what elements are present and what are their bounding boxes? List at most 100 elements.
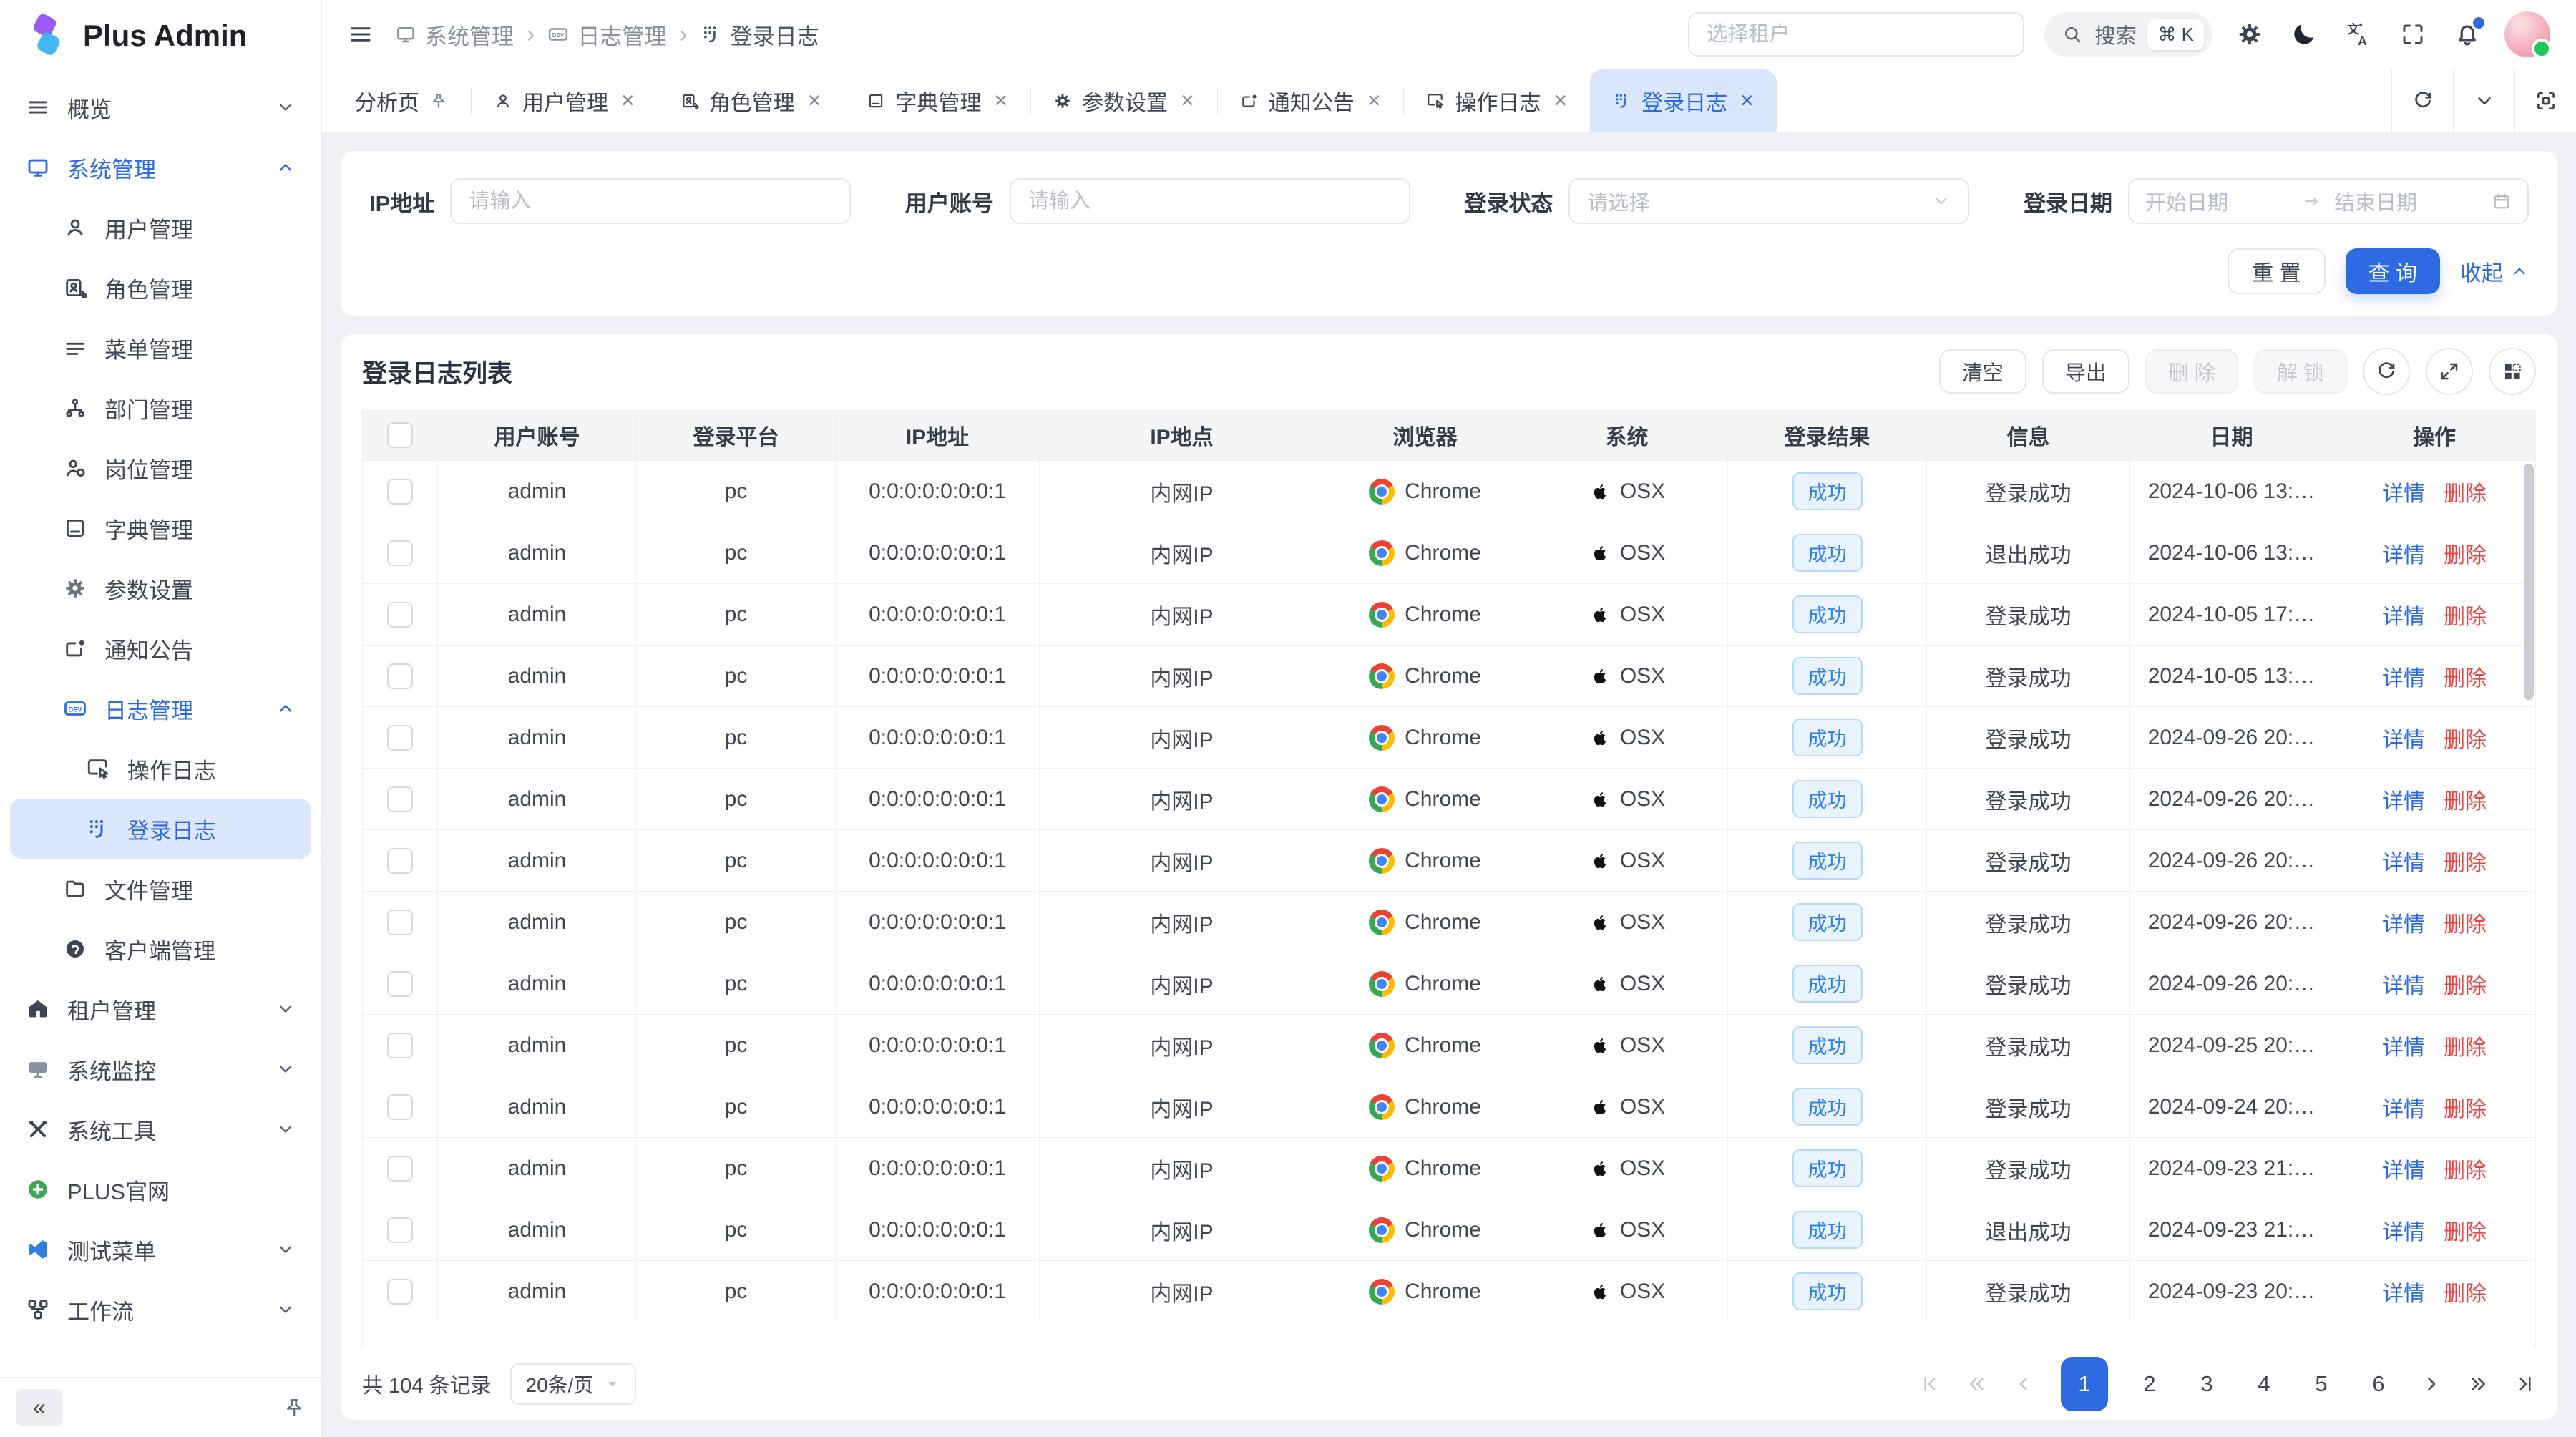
- next-page-button[interactable]: [2420, 1373, 2441, 1395]
- delete-link[interactable]: 删除: [2444, 476, 2487, 507]
- delete-link[interactable]: 删除: [2444, 845, 2487, 877]
- row-checkbox[interactable]: [387, 602, 413, 628]
- tab-notice[interactable]: 通知公告 ×: [1217, 69, 1404, 132]
- unlock-button[interactable]: 解 锁: [2254, 349, 2347, 394]
- page-6[interactable]: 6: [2363, 1371, 2394, 1397]
- delete-link[interactable]: 删除: [2444, 599, 2487, 630]
- page-size-select[interactable]: 20条/页: [510, 1363, 637, 1405]
- select-all-checkbox[interactable]: [387, 422, 413, 448]
- delete-button[interactable]: 删 除: [2145, 349, 2238, 394]
- sidebar-item-plus-site[interactable]: PLUS官网: [10, 1159, 311, 1219]
- query-button[interactable]: 查 询: [2346, 248, 2440, 294]
- delete-link[interactable]: 删除: [2444, 1030, 2487, 1061]
- maximize-content-button[interactable]: [2514, 69, 2576, 132]
- delete-link[interactable]: 删除: [2444, 784, 2487, 815]
- sidebar-item-role-mgmt[interactable]: 角色管理: [10, 258, 311, 318]
- sidebar-item-system-monitor[interactable]: 系统监控: [10, 1039, 311, 1099]
- close-icon[interactable]: ×: [621, 87, 635, 114]
- sidebar-item-dept-mgmt[interactable]: 部门管理: [10, 378, 311, 438]
- tab-role-mgmt[interactable]: 角色管理 ×: [658, 69, 844, 132]
- hamburger-icon[interactable]: [348, 21, 374, 47]
- tenant-select-input[interactable]: [1688, 12, 2024, 57]
- fullscreen-button[interactable]: [2396, 17, 2430, 52]
- breadcrumb-item-login-log[interactable]: 登录日志: [701, 19, 819, 51]
- reset-button[interactable]: 重 置: [2228, 248, 2325, 294]
- detail-link[interactable]: 详情: [2382, 476, 2425, 507]
- row-checkbox[interactable]: [387, 910, 413, 935]
- row-checkbox[interactable]: [387, 971, 413, 997]
- detail-link[interactable]: 详情: [2382, 1276, 2425, 1307]
- detail-link[interactable]: 详情: [2382, 599, 2425, 630]
- first-page-button[interactable]: [1919, 1373, 1941, 1395]
- sidebar-item-op-log[interactable]: 操作日志: [10, 739, 311, 799]
- page-4[interactable]: 4: [2248, 1371, 2280, 1397]
- collapse-filter-link[interactable]: 收起: [2460, 255, 2529, 287]
- tab-dict-mgmt[interactable]: 字典管理 ×: [844, 69, 1030, 132]
- dark-mode-button[interactable]: [2287, 17, 2321, 52]
- row-checkbox[interactable]: [387, 725, 413, 751]
- table-scrollbar[interactable]: [2524, 464, 2534, 700]
- row-checkbox[interactable]: [387, 1156, 413, 1182]
- breadcrumb-item-system[interactable]: 系统管理: [395, 19, 514, 51]
- clear-button[interactable]: 清空: [1939, 349, 2026, 394]
- delete-link[interactable]: 删除: [2444, 1214, 2487, 1246]
- language-button[interactable]: 文A: [2341, 17, 2376, 52]
- sidebar-item-menu-mgmt[interactable]: 菜单管理: [10, 318, 311, 378]
- tab-menu-button[interactable]: [2453, 69, 2514, 132]
- detail-link[interactable]: 详情: [2382, 537, 2425, 569]
- detail-link[interactable]: 详情: [2382, 1091, 2425, 1123]
- refresh-table-button[interactable]: [2363, 348, 2410, 395]
- delete-link[interactable]: 删除: [2444, 1276, 2487, 1307]
- sidebar-item-system-mgmt[interactable]: 系统管理: [10, 137, 311, 198]
- tab-op-log[interactable]: 操作日志 ×: [1403, 69, 1590, 132]
- detail-link[interactable]: 详情: [2382, 722, 2425, 754]
- sidebar-item-test-menu[interactable]: 测试菜单: [10, 1219, 311, 1280]
- row-checkbox[interactable]: [387, 540, 413, 566]
- delete-link[interactable]: 删除: [2444, 537, 2487, 569]
- breadcrumb-item-log[interactable]: DEV 日志管理: [547, 19, 666, 51]
- export-button[interactable]: 导出: [2042, 349, 2129, 394]
- date-range-picker[interactable]: 开始日期 结束日期: [2128, 178, 2529, 224]
- global-search[interactable]: 搜索 ⌘ K: [2044, 12, 2212, 57]
- detail-link[interactable]: 详情: [2382, 907, 2425, 938]
- delete-link[interactable]: 删除: [2444, 1091, 2487, 1123]
- sidebar-item-param-settings[interactable]: 参数设置: [10, 558, 311, 618]
- delete-link[interactable]: 删除: [2444, 661, 2487, 692]
- prev-5-pages-button[interactable]: [1966, 1373, 1988, 1395]
- tab-login-log[interactable]: 登录日志 ×: [1590, 69, 1777, 132]
- sidebar-item-dict-mgmt[interactable]: 字典管理: [10, 498, 311, 558]
- sidebar-item-user-mgmt[interactable]: 用户管理: [10, 198, 311, 258]
- detail-link[interactable]: 详情: [2382, 661, 2425, 692]
- next-5-pages-button[interactable]: [2467, 1373, 2489, 1395]
- page-1[interactable]: 1: [2061, 1357, 2108, 1411]
- account-input[interactable]: [1010, 178, 1410, 224]
- sidebar-item-post-mgmt[interactable]: 岗位管理: [10, 438, 311, 498]
- close-icon[interactable]: ×: [1740, 87, 1754, 114]
- close-icon[interactable]: ×: [808, 87, 821, 114]
- row-checkbox[interactable]: [387, 786, 413, 812]
- sidebar-item-notice[interactable]: 通知公告: [10, 618, 311, 678]
- tab-user-mgmt[interactable]: 用户管理 ×: [471, 69, 658, 132]
- sidebar-item-client-mgmt[interactable]: 客户端管理: [10, 919, 311, 979]
- close-icon[interactable]: ×: [994, 87, 1008, 114]
- sidebar-item-log-mgmt[interactable]: DEV 日志管理: [10, 678, 311, 739]
- avatar[interactable]: [2504, 11, 2550, 57]
- sidebar-collapse-button[interactable]: «: [16, 1389, 63, 1426]
- detail-link[interactable]: 详情: [2382, 1153, 2425, 1184]
- row-checkbox[interactable]: [387, 1033, 413, 1058]
- fullscreen-table-button[interactable]: [2426, 348, 2473, 395]
- delete-link[interactable]: 删除: [2444, 907, 2487, 938]
- sidebar-item-file-mgmt[interactable]: 文件管理: [10, 859, 311, 919]
- row-checkbox[interactable]: [387, 1094, 413, 1120]
- detail-link[interactable]: 详情: [2382, 845, 2425, 877]
- row-checkbox[interactable]: [387, 663, 413, 689]
- sidebar-item-login-log[interactable]: 登录日志: [10, 799, 311, 859]
- close-icon[interactable]: ×: [1181, 87, 1194, 114]
- row-checkbox[interactable]: [387, 479, 413, 505]
- pin-icon[interactable]: [429, 92, 448, 110]
- notifications-button[interactable]: [2450, 17, 2484, 52]
- tab-analysis[interactable]: 分析页: [332, 69, 471, 132]
- refresh-tab-button[interactable]: [2391, 69, 2453, 132]
- column-settings-button[interactable]: [2489, 348, 2536, 395]
- tab-param-settings[interactable]: 参数设置 ×: [1030, 69, 1217, 132]
